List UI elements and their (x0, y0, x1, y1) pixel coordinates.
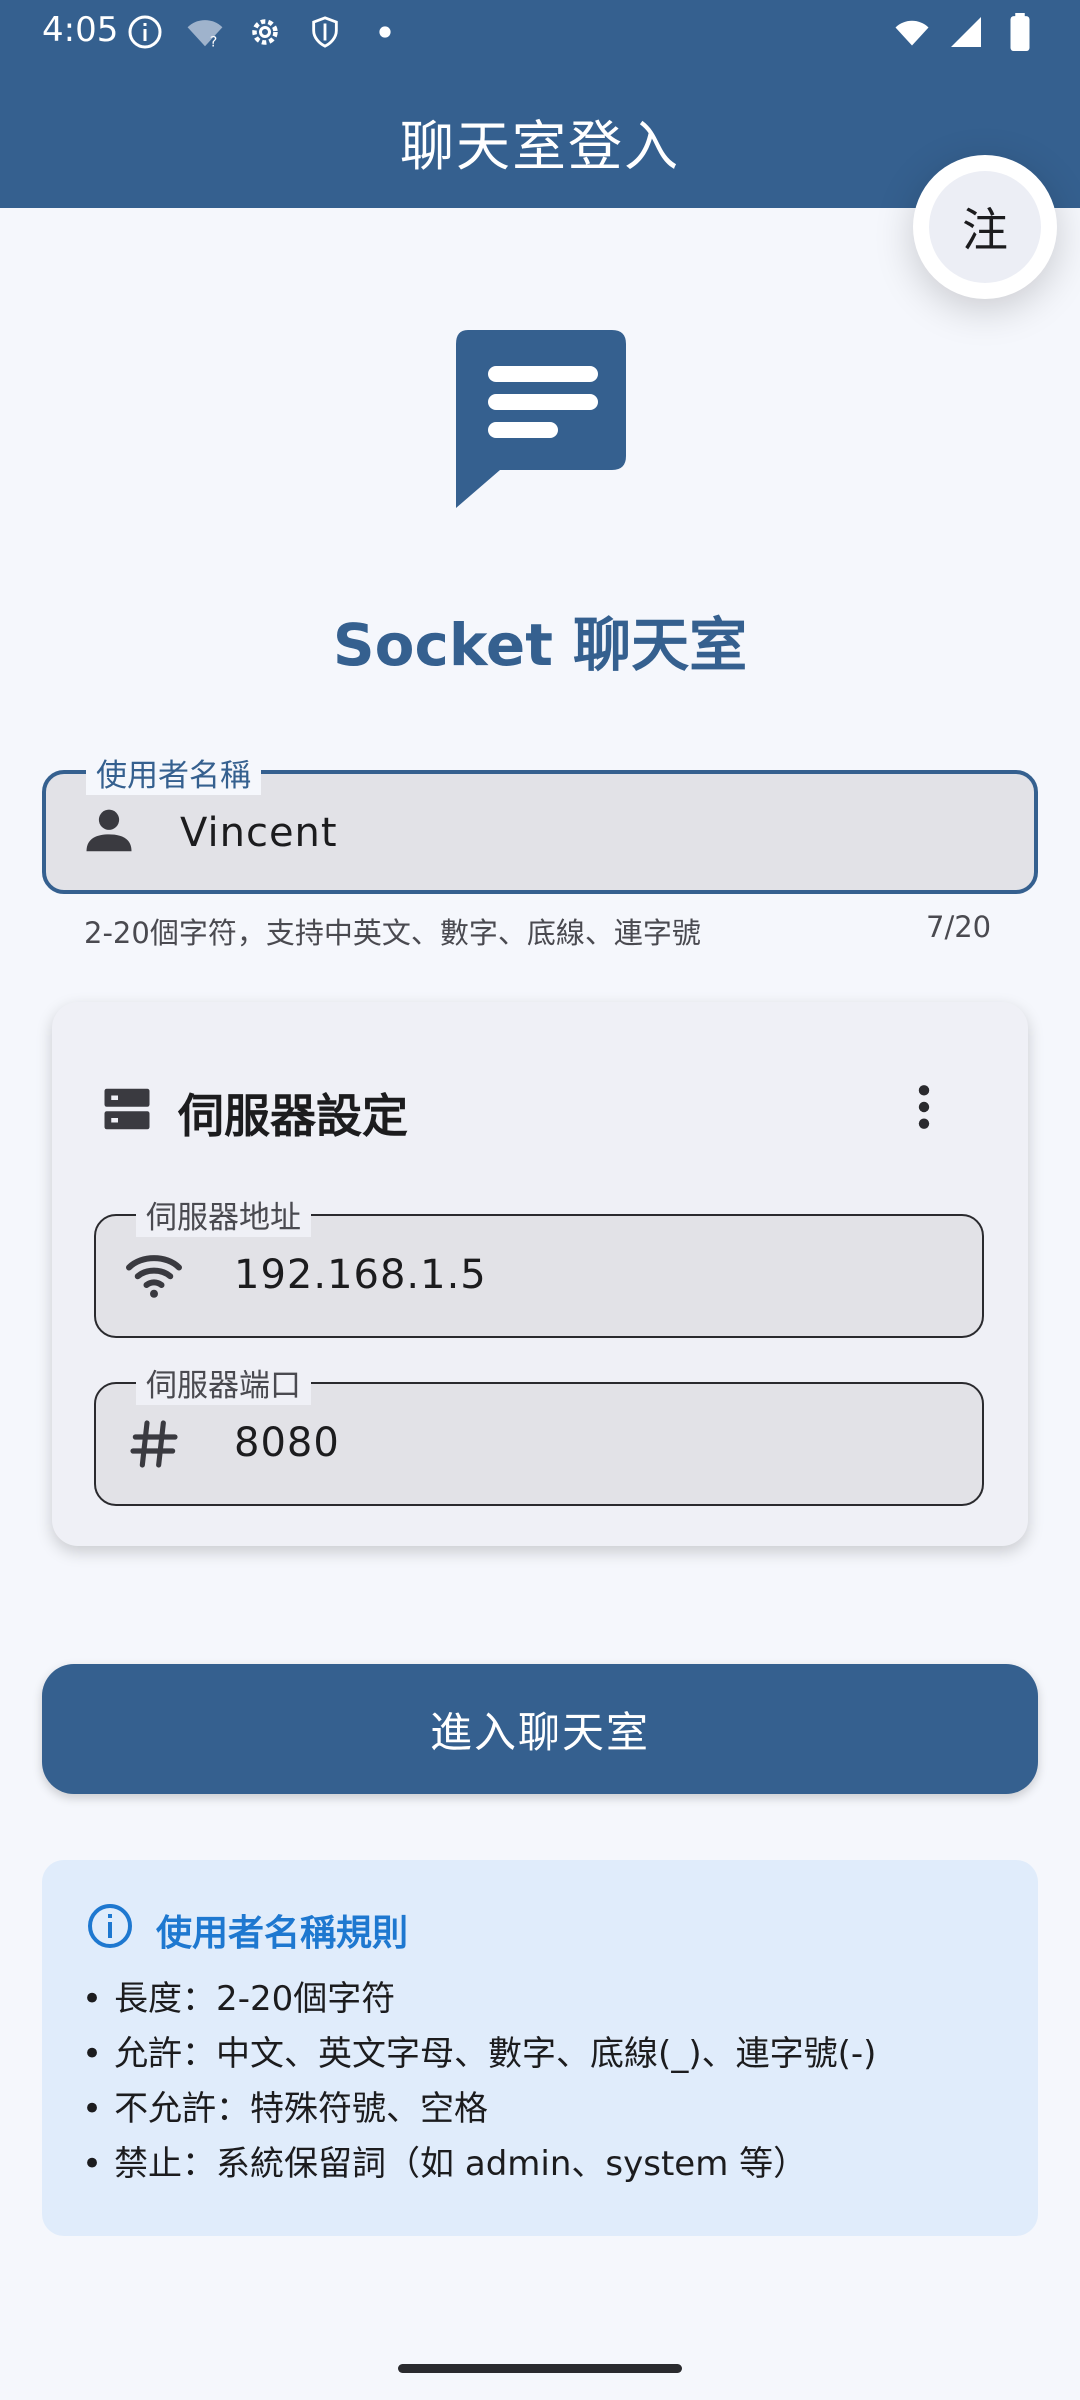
home-indicator[interactable] (398, 2364, 682, 2373)
info-icon (125, 12, 165, 52)
wifi-question-icon: ? (185, 12, 225, 52)
shield-icon (305, 12, 345, 52)
username-field[interactable]: 使用者名稱 Vincent (42, 750, 1038, 894)
cell-signal-icon (946, 12, 986, 52)
info-icon (86, 1902, 134, 1954)
server-address-input[interactable]: 192.168.1.5 (234, 1252, 487, 1298)
app-name-heading: Socket 聊天室 (332, 611, 748, 679)
page-title: 聊天室登入 (400, 115, 680, 178)
list-item: 長度：2-20個字符 (82, 1972, 876, 2027)
username-input[interactable]: Vincent (180, 810, 338, 856)
username-helper-text: 2-20個字符，支持中英文、數字、底線、連字號 (84, 916, 701, 950)
list-item: 禁止：系統保留詞（如 admin、system 等） (82, 2137, 876, 2192)
settings-icon (245, 12, 285, 52)
username-rules-box: 使用者名稱規則 長度：2-20個字符 允許：中文、英文字母、數字、底線(_)、連… (42, 1860, 1038, 2236)
status-icons-right (892, 12, 1040, 52)
register-fab-button[interactable]: 注 (913, 155, 1057, 299)
server-settings-card: 伺服器設定 伺服器地址 192.168.1.5 伺服器端口 8080 (52, 1002, 1028, 1546)
svg-text:?: ? (210, 34, 218, 50)
status-icons-left: ? (125, 12, 405, 52)
list-item: 允許：中文、英文字母、數字、底線(_)、連字號(-) (82, 2027, 876, 2082)
username-label: 使用者名稱 (86, 750, 261, 795)
server-icon (100, 1082, 154, 1140)
server-port-input[interactable]: 8080 (234, 1420, 340, 1466)
wifi-icon (124, 1248, 184, 1306)
register-fab-label: 注 (929, 171, 1041, 283)
more-vert-icon[interactable] (904, 1082, 944, 1136)
server-port-label: 伺服器端口 (136, 1360, 311, 1405)
chat-logo-icon (450, 330, 630, 510)
app-bar: 4:05 ? 聊天室登入 (0, 0, 1080, 208)
wifi-icon (892, 12, 932, 52)
username-counter: 7/20 (926, 910, 992, 944)
dot-icon (365, 12, 405, 52)
status-time: 4:05 (42, 10, 119, 50)
server-address-field[interactable]: 伺服器地址 192.168.1.5 (94, 1192, 984, 1338)
server-address-label: 伺服器地址 (136, 1192, 311, 1237)
person-icon (82, 804, 136, 862)
server-settings-title: 伺服器設定 (178, 1089, 408, 1143)
battery-icon (1000, 12, 1040, 52)
list-item: 不允許：特殊符號、空格 (82, 2082, 876, 2137)
hash-icon (124, 1416, 184, 1476)
rules-title: 使用者名稱規則 (156, 1913, 409, 1954)
server-port-field[interactable]: 伺服器端口 8080 (94, 1360, 984, 1506)
rules-list: 長度：2-20個字符 允許：中文、英文字母、數字、底線(_)、連字號(-) 不允… (82, 1972, 876, 2192)
enter-chatroom-button[interactable]: 進入聊天室 (42, 1664, 1038, 1794)
